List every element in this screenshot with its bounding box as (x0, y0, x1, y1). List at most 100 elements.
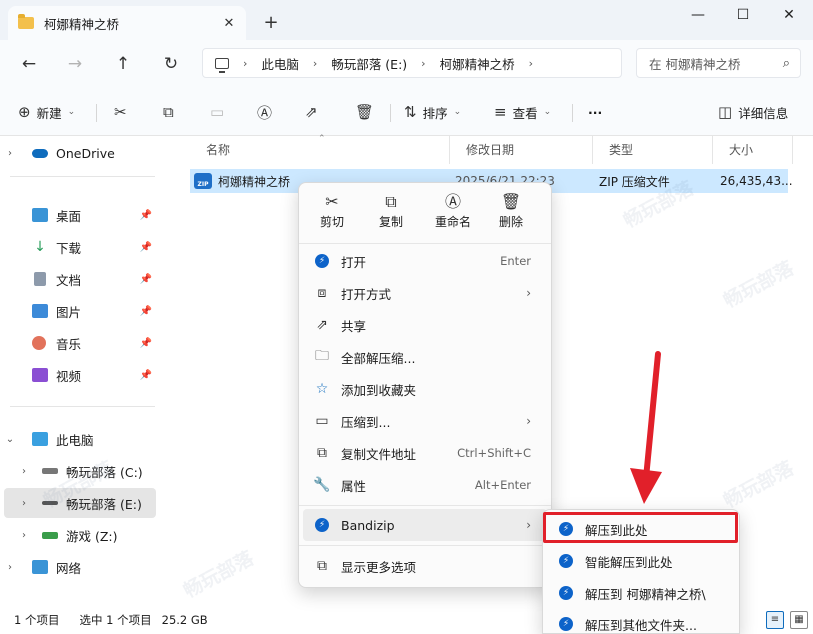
menu-item-bandizip[interactable]: ⚡ Bandizip › (303, 509, 547, 541)
tiles-view-icon[interactable]: ▦ (790, 611, 808, 629)
star-icon: ☆ (315, 381, 329, 397)
sidebar-item-documents[interactable]: 文档 📌 (4, 264, 156, 294)
drive-icon (42, 468, 58, 474)
column-header-name[interactable]: 名称 (190, 136, 450, 164)
breadcrumb-pc[interactable]: 此电脑 (261, 54, 299, 73)
more-options-button[interactable]: ··· (588, 100, 602, 124)
menu-item-properties[interactable]: 🔧 属性 Alt+Enter (303, 469, 547, 501)
file-size: 26,435,43... (720, 174, 793, 188)
toolbar-divider (390, 104, 391, 122)
sidebar-item-drive-e[interactable]: › 畅玩部落 (E:) (4, 488, 156, 518)
new-button[interactable]: ⊕ 新建 ⌄ (18, 100, 75, 124)
nav-divider (10, 176, 155, 177)
submenu-item-extract-other[interactable]: ⚡ 解压到其他文件夹... (547, 609, 737, 634)
column-header-size[interactable]: 大小 (713, 136, 793, 164)
close-tab-button[interactable]: ✕ (218, 16, 240, 31)
close-window-button[interactable]: ✕ (766, 0, 812, 32)
sidebar-item-network[interactable]: › 网络 (4, 552, 156, 582)
details-view-icon[interactable]: ≡ (766, 611, 784, 629)
maximize-button[interactable]: ☐ (720, 0, 766, 32)
sidebar-item-desktop[interactable]: 桌面 📌 (4, 200, 156, 230)
cut-button[interactable]: ✂ (114, 100, 133, 124)
back-arrow-icon[interactable]: ← (14, 50, 44, 78)
pin-icon[interactable]: 📌 (140, 370, 152, 381)
submenu-item-smart-extract[interactable]: ⚡ 智能解压到此处 (547, 546, 737, 576)
pin-icon[interactable]: 📌 (140, 306, 152, 317)
forward-arrow-icon[interactable]: → (60, 50, 90, 78)
bandizip-icon: ⚡ (559, 617, 573, 631)
menu-item-compress-to[interactable]: ▭ 压缩到... › (303, 405, 547, 437)
chevron-right-icon: › (526, 414, 531, 428)
copy-button[interactable]: ⧉ (163, 100, 180, 124)
view-button[interactable]: ≡ 查看 ⌄ (494, 100, 551, 124)
details-pane-button[interactable]: ◫ 详细信息 (718, 100, 788, 124)
column-header-date[interactable]: 修改日期 (450, 136, 593, 164)
watermark: 畅玩部落 (179, 547, 258, 603)
tab-current[interactable]: 柯娜精神之桥 ✕ (8, 6, 246, 40)
column-header-type[interactable]: 类型 (593, 136, 713, 164)
sort-button[interactable]: ⇅ 排序 ⌄ (404, 100, 461, 124)
download-icon: ↓ (34, 239, 46, 255)
drive-icon (42, 501, 58, 505)
highlight-box (543, 512, 738, 543)
sidebar-item-drive-z[interactable]: › 游戏 (Z:) (4, 520, 156, 550)
sidebar-item-music[interactable]: 音乐 📌 (4, 328, 156, 358)
chevron-right-icon: › (22, 465, 26, 477)
pc-icon (32, 432, 48, 446)
address-bar[interactable]: › 此电脑 › 畅玩部落 (E:) › 柯娜精神之桥 › (202, 48, 622, 78)
minimize-button[interactable]: — (675, 0, 721, 32)
rename-icon: Ⓐ (444, 192, 461, 211)
pin-icon[interactable]: 📌 (140, 210, 152, 221)
delete-action[interactable]: 🗑 删除 (483, 191, 539, 239)
rename-action[interactable]: Ⓐ 重命名 (423, 191, 483, 239)
sidebar-item-pictures[interactable]: 图片 📌 (4, 296, 156, 326)
sidebar-item-videos[interactable]: 视频 📌 (4, 360, 156, 390)
menu-item-label: 打开 (341, 254, 367, 270)
view-icon: ≡ (494, 103, 507, 121)
share-button[interactable]: ⇗ (305, 100, 324, 124)
sidebar-item-onedrive[interactable]: › OneDrive (4, 138, 156, 168)
sidebar-item-label: 畅玩部落 (C:) (66, 464, 143, 480)
desktop-icon (32, 208, 48, 222)
pin-icon[interactable]: 📌 (140, 242, 152, 253)
cut-action[interactable]: ✂ 剪切 (304, 191, 360, 239)
up-arrow-icon[interactable]: ↑ (108, 50, 138, 78)
menu-item-add-favorites[interactable]: ☆ 添加到收藏夹 (303, 373, 547, 405)
sidebar-item-label: 音乐 (56, 336, 82, 352)
menu-item-open-with[interactable]: ⧈ 打开方式 › (303, 277, 547, 309)
menu-divider (299, 545, 551, 546)
bandizip-icon: ⚡ (559, 554, 573, 568)
menu-item-copy-path[interactable]: ⧉ 复制文件地址 Ctrl+Shift+C (303, 437, 547, 469)
tab-title: 柯娜精神之桥 (44, 16, 120, 32)
breadcrumb-drive[interactable]: 畅玩部落 (E:) (331, 54, 407, 73)
delete-label: 删除 (498, 215, 523, 229)
chevron-right-icon: › (22, 497, 26, 509)
red-arrow-icon (630, 351, 662, 504)
menu-item-open[interactable]: ⚡ 打开 Enter (303, 245, 547, 277)
shortcut-label: Ctrl+Shift+C (457, 446, 531, 460)
chevron-down-icon: ⌄ (543, 107, 552, 117)
pin-icon[interactable]: 📌 (140, 338, 152, 349)
copy-action[interactable]: ⧉ 复制 (363, 191, 419, 239)
sidebar-item-drive-c[interactable]: › 畅玩部落 (C:) (4, 456, 156, 486)
open-with-icon: ⧈ (317, 285, 327, 301)
share-icon: ⇗ (316, 317, 328, 333)
pin-icon[interactable]: 📌 (140, 274, 152, 285)
submenu-item-extract-to-folder[interactable]: ⚡ 解压到 柯娜精神之桥\ (547, 578, 737, 608)
paste-button[interactable]: ▭ (210, 100, 230, 124)
menu-item-more-options[interactable]: ⧉ 显示更多选项 (303, 550, 547, 582)
breadcrumb-folder[interactable]: 柯娜精神之桥 (440, 54, 515, 73)
trash-icon: 🗑 (355, 103, 375, 121)
menu-item-share[interactable]: ⇗ 共享 (303, 309, 547, 341)
new-tab-button[interactable]: + (258, 10, 284, 36)
refresh-icon[interactable]: ↻ (156, 50, 186, 78)
rename-button[interactable]: Ⓐ (257, 100, 278, 124)
sidebar-item-this-pc[interactable]: ⌄ 此电脑 (4, 424, 156, 454)
context-menu: ✂ 剪切 ⧉ 复制 Ⓐ 重命名 🗑 删除 ⚡ 打开 Enter ⧈ 打开方式 ›… (298, 182, 552, 588)
sidebar-item-downloads[interactable]: ↓ 下载 📌 (4, 232, 156, 262)
search-input[interactable]: 在 柯娜精神之桥 ⌕ (636, 48, 801, 78)
chevron-down-icon: ⌄ (67, 107, 76, 117)
menu-item-extract-all[interactable]: 🗀 全部解压缩... (303, 341, 547, 373)
chevron-right-icon: › (526, 286, 531, 300)
delete-button[interactable]: 🗑 (355, 100, 380, 124)
